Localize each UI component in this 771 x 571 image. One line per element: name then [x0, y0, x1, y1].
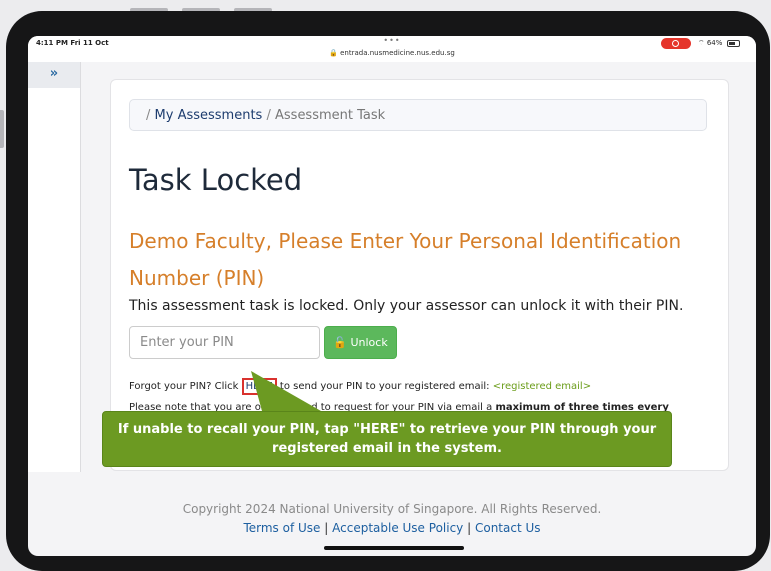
- help-callout: If unable to recall your PIN, tap "HERE"…: [102, 411, 672, 467]
- breadcrumb-separator: /: [146, 108, 151, 123]
- acceptable-use-link[interactable]: Acceptable Use Policy: [332, 521, 463, 535]
- footer-separator: |: [467, 521, 472, 535]
- footer-links: Terms of Use | Acceptable Use Policy | C…: [28, 521, 756, 535]
- breadcrumb-my-assessments[interactable]: My Assessments: [155, 108, 263, 123]
- breadcrumb-current: Assessment Task: [275, 108, 386, 123]
- status-right: ⌔ 64%: [698, 39, 740, 48]
- breadcrumb-separator: /: [266, 108, 271, 123]
- side-button: [0, 110, 4, 148]
- battery-percentage: 64%: [706, 39, 723, 47]
- registered-email: <registered email>: [492, 381, 592, 392]
- double-chevron-right-icon: »: [49, 66, 59, 81]
- wifi-icon: ⌔: [698, 39, 705, 47]
- ipad-screen: 4:11 PM Fri 11 Oct ••• 🔒 entrada.nusmedi…: [28, 36, 756, 556]
- pin-heading: Demo Faculty, Please Enter Your Personal…: [129, 229, 682, 290]
- record-icon: [672, 40, 679, 47]
- status-bar: 4:11 PM Fri 11 Oct ••• 🔒 entrada.nusmedi…: [28, 36, 756, 62]
- address-bar-url[interactable]: 🔒 entrada.nusmedicine.nus.edu.sg: [28, 49, 756, 57]
- contact-us-link[interactable]: Contact Us: [475, 521, 541, 535]
- footer-separator: |: [324, 521, 329, 535]
- forgot-prefix: Forgot your PIN? Click: [129, 381, 242, 392]
- forgot-suffix: to send your PIN to your registered emai…: [276, 381, 493, 392]
- sidebar: »: [28, 62, 81, 472]
- multitask-dots[interactable]: •••: [28, 36, 756, 45]
- footer-copyright: Copyright 2024 National University of Si…: [182, 502, 602, 516]
- forgot-pin-text: Forgot your PIN? Click HERE to send your…: [129, 378, 591, 395]
- page-title: Task Locked: [129, 163, 303, 197]
- breadcrumb: / My Assessments / Assessment Task: [129, 99, 707, 131]
- locked-description: This assessment task is locked. Only you…: [129, 298, 684, 314]
- ipad-frame: 4:11 PM Fri 11 Oct ••• 🔒 entrada.nusmedi…: [6, 11, 770, 571]
- screen-recording-indicator[interactable]: [661, 38, 691, 49]
- callout-text: If unable to recall your PIN, tap "HERE"…: [117, 422, 657, 456]
- unlock-button[interactable]: 🔓 Unlock: [324, 326, 397, 359]
- terms-of-use-link[interactable]: Terms of Use: [243, 521, 320, 535]
- sidebar-toggle-button[interactable]: »: [28, 62, 80, 88]
- home-indicator[interactable]: [324, 546, 464, 550]
- battery-icon: [726, 39, 740, 47]
- pin-input[interactable]: [129, 326, 320, 359]
